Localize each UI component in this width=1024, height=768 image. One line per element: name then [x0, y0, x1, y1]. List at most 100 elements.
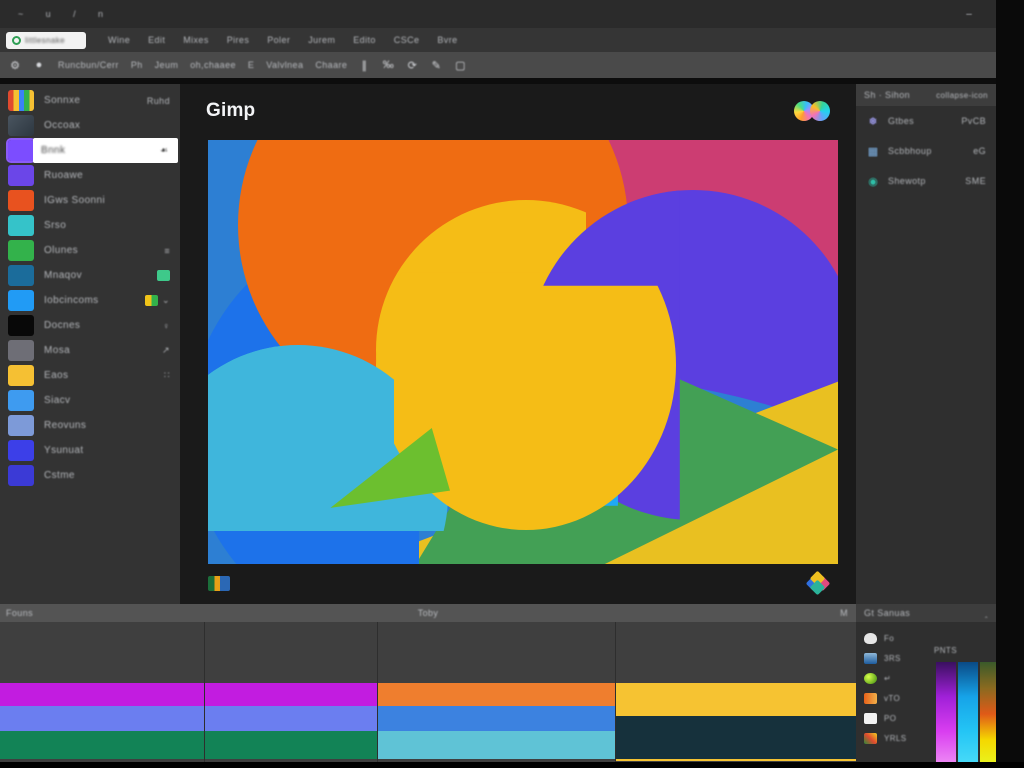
tab-item-2[interactable]: /	[73, 9, 76, 19]
sidebar-item-14[interactable]: Ysunuat	[0, 438, 180, 463]
swatch-item-5[interactable]: YRLS	[856, 728, 918, 748]
sidebar-item-12[interactable]: Siacv	[0, 388, 180, 413]
sidebar-item-15[interactable]: Cstme	[0, 463, 180, 488]
track-band	[616, 759, 856, 761]
swatch-label: vTO	[884, 693, 901, 703]
sidebar-item-label: IGws Soonni	[44, 195, 106, 206]
cyan-gradient-bar[interactable]	[958, 662, 978, 766]
properties-row-1[interactable]: ▦ Scbbhoup eG	[856, 136, 996, 166]
toolbar-item-0[interactable]: Runcbun/Cerr	[58, 60, 119, 70]
layer-thumbnail-icon	[6, 138, 36, 163]
timeline-track-0[interactable]	[0, 622, 205, 768]
sidebar-item-label: Olunes	[44, 245, 79, 256]
menu-item-3[interactable]: Pires	[227, 35, 250, 45]
rainbow-circles-icon[interactable]	[794, 101, 830, 121]
gradient-bars	[930, 660, 1000, 766]
swatch-item-2[interactable]: ↵	[856, 668, 918, 688]
layer-thumbnail-icon	[8, 415, 34, 436]
timeline-right-label[interactable]: M	[840, 608, 848, 618]
menu-item-4[interactable]: Poler	[267, 35, 290, 45]
layer-thumbnail-icon	[8, 390, 34, 411]
color-diamonds-icon[interactable]	[805, 570, 831, 596]
track-band	[378, 683, 615, 706]
sidebar-item-2[interactable]: Bnnk ☙	[33, 138, 178, 163]
layer-thumbnail-icon	[8, 215, 34, 236]
sidebar-item-5[interactable]: Srso	[0, 213, 180, 238]
tab-item-0[interactable]: ~	[18, 9, 24, 19]
properties-panel: Sh · Sihon collapse-icon ❅ Gtbes PvCB ▦ …	[856, 84, 996, 604]
swatch-item-3[interactable]: vTO	[856, 688, 918, 708]
green-swatch-icon	[157, 270, 170, 281]
sidebar-item-10[interactable]: Mosa ↗	[0, 338, 180, 363]
sidebar-item-4[interactable]: IGws Soonni	[0, 188, 180, 213]
swatch-item-1[interactable]: 3RS	[856, 648, 918, 668]
sidebar-item-9[interactable]: Docnes ♀	[0, 313, 180, 338]
refresh-icon[interactable]: ⟳	[405, 58, 419, 72]
tab-item-1[interactable]: u	[46, 9, 51, 19]
percent-icon[interactable]: ‰	[381, 58, 395, 72]
bucket-icon	[864, 632, 877, 644]
tool-bar: ⚙ ● Runcbun/Cerr Ph Jeum oh,chaaee E Val…	[0, 52, 1024, 78]
timeline-track-3[interactable]	[616, 622, 856, 768]
sidebar-item-6[interactable]: Olunes ≡	[0, 238, 180, 263]
sidebar-item-label: Mnaqov	[44, 270, 82, 281]
sidebar-item-1[interactable]: Occoax	[0, 113, 180, 138]
swatch-item-4[interactable]: PO	[856, 708, 918, 728]
timeline-track-1[interactable]	[205, 622, 378, 768]
globe-icon[interactable]: ●	[32, 58, 46, 72]
hand-icon[interactable]: ☙	[160, 145, 168, 156]
minimize-icon[interactable]: –	[962, 7, 976, 21]
toolbar-item-5[interactable]: Valvlnea	[266, 60, 303, 70]
gradient-icon	[864, 652, 877, 664]
menu-item-0[interactable]: Wine	[108, 35, 130, 45]
canvas-footer	[180, 568, 856, 598]
menu-item-5[interactable]: Jurem	[308, 35, 335, 45]
toolbar-item-1[interactable]: Ph	[131, 60, 143, 70]
menu-item-1[interactable]: Edit	[148, 35, 165, 45]
sidebar-item-label: Bnnk	[41, 145, 66, 156]
collapse-icon[interactable]: collapse-icon	[936, 91, 988, 100]
timeline-panel: Founs Toby M	[0, 604, 856, 768]
toolbar-item-3[interactable]: oh,chaaee	[190, 60, 236, 70]
menu-item-2[interactable]: Mixes	[183, 35, 209, 45]
magenta-gradient-bar[interactable]	[936, 662, 956, 766]
properties-row-0[interactable]: ❅ Gtbes PvCB	[856, 106, 996, 136]
sidebar-item-0[interactable]: Sonnxe Ruhd	[0, 88, 180, 113]
ratio-icon[interactable]: ∥	[357, 58, 371, 72]
properties-row-2[interactable]: ◉ Shewotp SME	[856, 166, 996, 196]
sidebar-item-label: Cstme	[44, 470, 75, 481]
menu-item-7[interactable]: CSCe	[394, 35, 420, 45]
toolbar-item-4[interactable]: E	[248, 60, 254, 70]
track-band	[378, 706, 615, 731]
book-icon[interactable]: ▢	[453, 58, 467, 72]
swatch-label: Fo	[884, 633, 895, 643]
pin-icon[interactable]: ‸	[985, 609, 988, 618]
layer-thumbnail-icon	[8, 315, 34, 336]
image-icon	[864, 692, 877, 704]
timeline-track-2[interactable]	[378, 622, 616, 768]
artboard[interactable]	[208, 140, 838, 564]
sidebar-item-11[interactable]: Eaos ∷	[0, 363, 180, 388]
sidebar-item-13[interactable]: Reovuns	[0, 413, 180, 438]
blank-icon	[864, 712, 877, 724]
rainbow-circle-right	[810, 101, 830, 121]
layers-icon[interactable]: ⚙	[8, 58, 22, 72]
tab-item-3[interactable]: n	[98, 9, 103, 19]
yellow-swatch-icon	[145, 295, 159, 306]
chevron-down-icon[interactable]: ⌄	[162, 295, 170, 306]
image-thumbnail-icon[interactable]	[208, 575, 230, 591]
address-chip[interactable]: littlesnake	[6, 31, 86, 49]
menu-item-6[interactable]: Edito	[353, 35, 376, 45]
menu-item-8[interactable]: Bvre	[437, 35, 457, 45]
sidebar-item-7[interactable]: Mnaqov	[0, 263, 180, 288]
swatches-panel-title: Gt Sanuas	[864, 608, 911, 618]
toolbar-item-2[interactable]: Jeum	[155, 60, 179, 70]
swatch-item-0[interactable]: Fo	[856, 628, 918, 648]
globe-icon: ◉	[868, 175, 878, 188]
sidebar-item-3[interactable]: Ruoawe	[0, 163, 180, 188]
toolbar-item-6[interactable]: Chaare	[315, 60, 347, 70]
timeline-left-label: Founs	[6, 608, 34, 618]
track-band	[0, 731, 204, 759]
sidebar-item-8[interactable]: Iobcincoms ⌄	[0, 288, 180, 313]
brush-icon[interactable]: ✎	[429, 58, 443, 72]
